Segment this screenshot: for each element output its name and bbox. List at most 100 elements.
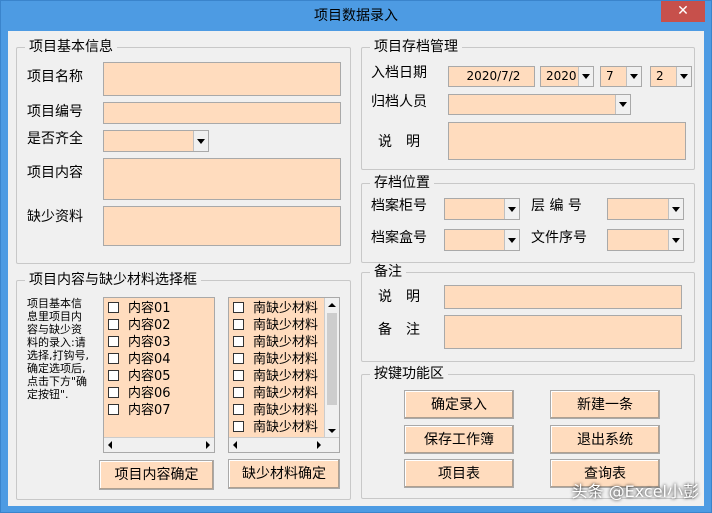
box-select[interactable]: [444, 229, 520, 251]
checkbox[interactable]: [233, 387, 244, 398]
scroll-up-icon[interactable]: [328, 303, 336, 307]
year-select[interactable]: 2020: [540, 66, 594, 87]
checkbox[interactable]: [233, 421, 244, 432]
window: 项目数据录入 ✕ 项目基本信息 项目名称 项目编号 是否齐全 项目内容 缺少资料…: [0, 0, 712, 513]
day-select[interactable]: 2: [650, 66, 692, 87]
complete-dropdown-button[interactable]: [193, 131, 208, 151]
name-label: 项目名称: [27, 69, 83, 85]
checkbox[interactable]: [108, 387, 119, 398]
fileno-select[interactable]: [607, 229, 684, 251]
checkbox[interactable]: [108, 302, 119, 313]
checkbox[interactable]: [233, 336, 244, 347]
chevron-down-icon: [630, 74, 638, 79]
checkbox[interactable]: [233, 370, 244, 381]
layer-dropdown-button[interactable]: [668, 199, 683, 219]
layer-select[interactable]: [607, 198, 684, 220]
scroll-down-icon[interactable]: [328, 429, 336, 433]
list-item[interactable]: 内容01: [108, 301, 171, 318]
list-item[interactable]: 南缺少材料: [233, 386, 318, 403]
checkbox[interactable]: [108, 336, 119, 347]
checkbox[interactable]: [108, 319, 119, 330]
month-dropdown-button[interactable]: [626, 67, 641, 86]
chevron-down-icon: [619, 102, 627, 107]
checkbox[interactable]: [233, 353, 244, 364]
list-item[interactable]: 内容02: [108, 318, 171, 335]
list-item[interactable]: 南缺少材料: [233, 301, 318, 318]
basic-info-title: 项目基本信息: [25, 39, 117, 55]
year-dropdown-button[interactable]: [578, 67, 593, 86]
list-item[interactable]: 南缺少材料: [233, 318, 318, 335]
checkbox[interactable]: [233, 302, 244, 313]
list-item[interactable]: 南缺少材料: [233, 352, 318, 369]
date-label: 入档日期: [371, 65, 427, 81]
scroll-right-icon[interactable]: [317, 441, 321, 449]
fileno-label: 文件序号: [531, 230, 587, 246]
box-dropdown-button[interactable]: [504, 230, 519, 250]
close-button[interactable]: ✕: [661, 1, 705, 22]
complete-label: 是否齐全: [27, 131, 83, 147]
selection-title: 项目内容与缺少材料选择框: [25, 272, 201, 288]
archive-title: 项目存档管理: [370, 39, 462, 55]
location-group: 存档位置 档案柜号 层 编 号 档案盒号 文件序号: [361, 175, 695, 263]
list-item[interactable]: 南缺少材料: [233, 369, 318, 386]
layer-label: 层 编 号: [531, 198, 582, 214]
list-item[interactable]: 内容05: [108, 369, 171, 386]
missing-material-input[interactable]: [103, 206, 341, 246]
person-dropdown-button[interactable]: [615, 95, 630, 114]
missing-hscrollbar[interactable]: [229, 437, 339, 452]
confirm-missing-button[interactable]: 缺少材料确定: [228, 459, 340, 489]
checkbox[interactable]: [108, 404, 119, 415]
confirm-content-button[interactable]: 项目内容确定: [99, 460, 214, 490]
exit-system-button[interactable]: 退出系统: [550, 425, 660, 454]
chevron-down-icon: [672, 237, 680, 243]
fileno-dropdown-button[interactable]: [668, 230, 683, 250]
missing-vscrollbar[interactable]: [324, 298, 339, 438]
remark-group: 备注 说 明 备 注: [361, 264, 695, 362]
project-code-input[interactable]: [103, 102, 341, 124]
window-title: 项目数据录入: [314, 8, 398, 24]
project-content-input[interactable]: [103, 158, 341, 200]
content-listbox[interactable]: 内容01 内容02 内容03 内容04 内容05 内容06 内容07: [103, 297, 215, 453]
new-record-button[interactable]: 新建一条: [550, 390, 660, 419]
cabinet-dropdown-button[interactable]: [504, 199, 519, 219]
scroll-left-icon[interactable]: [233, 441, 237, 449]
checkbox[interactable]: [233, 404, 244, 415]
checkbox[interactable]: [233, 319, 244, 330]
project-name-input[interactable]: [103, 62, 341, 96]
checkbox[interactable]: [108, 353, 119, 364]
cabinet-select[interactable]: [444, 198, 520, 220]
list-item[interactable]: 内容03: [108, 335, 171, 352]
content-hscrollbar[interactable]: [104, 437, 214, 452]
list-item[interactable]: 内容07: [108, 403, 171, 420]
location-title: 存档位置: [370, 175, 434, 191]
date-input[interactable]: 2020/7/2: [448, 66, 535, 87]
archive-desc-input[interactable]: [448, 122, 686, 160]
list-item[interactable]: 内容06: [108, 386, 171, 403]
confirm-entry-button[interactable]: 确定录入: [404, 390, 514, 419]
remark-note-input[interactable]: [444, 315, 682, 349]
day-dropdown-button[interactable]: [676, 67, 691, 86]
remark-desc-label: 说 明: [378, 289, 420, 305]
complete-select[interactable]: [103, 130, 209, 152]
chevron-down-icon: [197, 138, 205, 144]
remark-desc-input[interactable]: [444, 285, 682, 309]
list-item[interactable]: 南缺少材料: [233, 403, 318, 420]
person-select[interactable]: [448, 94, 631, 115]
chevron-down-icon: [508, 237, 516, 243]
remark-title: 备注: [370, 264, 406, 280]
scroll-left-icon[interactable]: [108, 441, 112, 449]
missing-listbox[interactable]: 南缺少材料 南缺少材料 南缺少材料 南缺少材料 南缺少材料 南缺少材料 南缺少材…: [228, 297, 340, 453]
list-item[interactable]: 南缺少材料: [233, 420, 318, 437]
list-item[interactable]: 内容04: [108, 352, 171, 369]
project-table-button[interactable]: 项目表: [404, 459, 514, 488]
missing-label: 缺少资料: [27, 209, 83, 225]
scroll-thumb[interactable]: [327, 313, 337, 405]
save-workbook-button[interactable]: 保存工作簿: [404, 425, 514, 454]
checkbox[interactable]: [108, 370, 119, 381]
month-select[interactable]: 7: [600, 66, 642, 87]
close-icon: ✕: [677, 3, 689, 19]
chevron-down-icon: [680, 74, 688, 79]
list-item[interactable]: 南缺少材料: [233, 335, 318, 352]
scroll-right-icon[interactable]: [206, 441, 210, 449]
chevron-down-icon: [582, 74, 590, 79]
